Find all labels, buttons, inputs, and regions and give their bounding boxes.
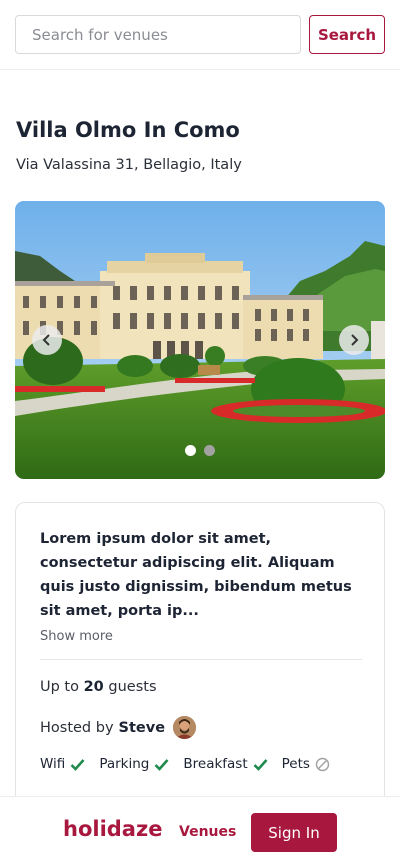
host-name[interactable]: Steve [119, 720, 166, 736]
venue-title: Villa Olmo In Como [16, 118, 240, 142]
amenity-breakfast: Breakfast [183, 756, 268, 772]
search-button[interactable]: Search [309, 15, 385, 54]
guests-suffix: guests [108, 679, 157, 695]
venue-info-card: Lorem ipsum dolor sit amet, consectetur … [15, 502, 385, 832]
amenity-label: Breakfast [183, 756, 248, 772]
venues-link[interactable]: Venues [179, 824, 236, 840]
venue-photo [15, 201, 385, 479]
carousel-prev-button[interactable] [32, 325, 62, 355]
venue-address: Via Valassina 31, Bellagio, Italy [16, 157, 242, 173]
max-guests: Up to 20 guests [40, 679, 157, 695]
hosted-by-label: Hosted by [40, 719, 114, 736]
amenity-label: Parking [99, 756, 150, 772]
check-icon [253, 758, 268, 771]
amenity-wifi: Wifi [40, 756, 85, 772]
amenity-parking: Parking [99, 756, 169, 772]
footer-nav: holidaze Venues Sign In [0, 796, 400, 866]
amenity-label: Pets [281, 756, 310, 772]
not-allowed-icon [315, 757, 330, 771]
carousel-next-button[interactable] [339, 325, 369, 355]
search-input[interactable] [15, 15, 301, 54]
amenity-label: Wifi [40, 756, 66, 772]
search-bar: Search [0, 0, 400, 70]
check-icon [154, 758, 169, 771]
image-carousel[interactable] [15, 201, 385, 479]
holidaze-logo[interactable]: holidaze [63, 817, 162, 841]
guests-count: 20 [83, 679, 104, 695]
carousel-dot-1[interactable] [185, 445, 196, 456]
amenities-list: Wifi Parking Breakfast Pets [40, 756, 344, 772]
carousel-dot-2[interactable] [204, 445, 215, 456]
check-icon [70, 758, 85, 771]
host-info: Hosted by Steve [40, 716, 197, 739]
chevron-left-icon [42, 334, 50, 346]
sign-in-button[interactable]: Sign In [251, 813, 337, 852]
show-more-link[interactable]: Show more [40, 629, 113, 644]
chevron-right-icon [351, 334, 359, 346]
venue-description: Lorem ipsum dolor sit amet, consectetur … [40, 531, 352, 619]
carousel-indicators [15, 445, 385, 456]
guests-prefix: Up to [40, 679, 79, 695]
amenity-pets: Pets [282, 756, 330, 772]
divider [40, 659, 362, 660]
avatar[interactable] [173, 716, 197, 739]
